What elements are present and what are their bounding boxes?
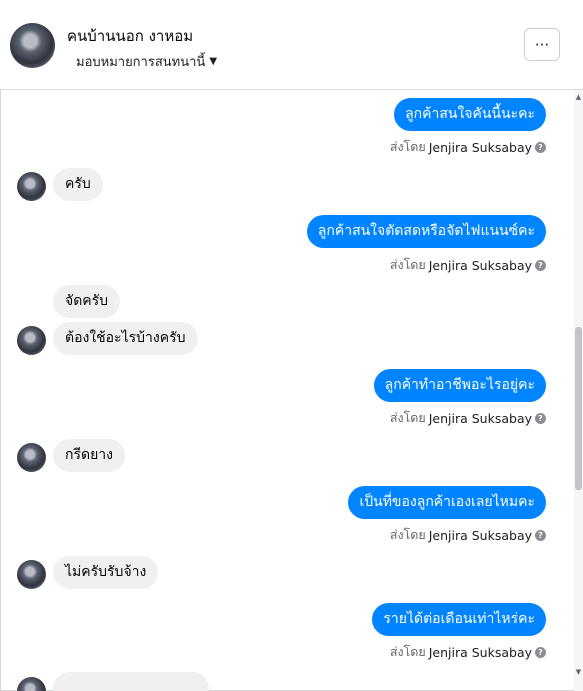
- sender-avatar: [17, 172, 46, 201]
- help-icon[interactable]: ?: [535, 259, 546, 271]
- sent-by-prefix: ส่งโดย: [389, 139, 426, 154]
- sent-by-prefix: ส่งโดย: [389, 410, 426, 425]
- sent-by-line: ส่งโดย Jenjira Suksabay ?: [390, 408, 546, 428]
- message-incoming: ครับ: [53, 168, 103, 201]
- message-incoming: ต้องใช้อะไรบ้างครับ: [53, 322, 198, 355]
- help-icon[interactable]: ?: [535, 141, 546, 153]
- contact-name[interactable]: คนบ้านนอก งาหอม: [67, 24, 193, 48]
- message-outgoing: รายได้ต่อเดือนเท่าไหร่คะ: [372, 603, 546, 636]
- message-outgoing: ลูกค้าสนใจคันนี้นะคะ: [394, 98, 546, 131]
- sender-avatar: [17, 443, 46, 472]
- sent-by-name: Jenjira Suksabay: [428, 139, 532, 155]
- sent-by-line: ส่งโดย Jenjira Suksabay ?: [390, 642, 546, 662]
- sent-by-name: Jenjira Suksabay: [428, 410, 532, 426]
- sent-by-prefix: ส่งโดย: [389, 527, 426, 542]
- message-incoming: ไม่ครับรับจ้าง: [53, 556, 159, 589]
- sender-avatar: [17, 326, 46, 355]
- scroll-down-arrow-icon[interactable]: ▼: [574, 668, 583, 676]
- sent-by-prefix: ส่งโดย: [389, 644, 426, 659]
- help-icon[interactable]: ?: [535, 529, 546, 541]
- sent-by-name: Jenjira Suksabay: [428, 644, 532, 660]
- more-options-button[interactable]: ···: [524, 28, 560, 61]
- message-outgoing: เป็นที่ของลูกค้าเองเลยไหมคะ: [348, 486, 546, 519]
- sender-avatar: [17, 677, 46, 691]
- contact-avatar[interactable]: [10, 23, 55, 68]
- caret-down-icon: ▼: [209, 56, 218, 67]
- scroll-up-arrow-icon[interactable]: ▲: [574, 93, 583, 101]
- message-outgoing: ลูกค้าสนใจตัดสดหรือจัดไฟแนนซ์คะ: [306, 215, 546, 248]
- message-incoming-partial: [53, 672, 209, 691]
- message-thread: ลูกค้าสนใจคันนี้นะคะ ส่งโดย Jenjira Suks…: [0, 90, 574, 691]
- sent-by-line: ส่งโดย Jenjira Suksabay ?: [390, 255, 546, 275]
- more-icon: ···: [534, 35, 550, 54]
- thread-scrollbar[interactable]: ▲ ▼: [574, 90, 583, 691]
- help-icon[interactable]: ?: [535, 646, 546, 658]
- message-incoming: จัดครับ: [53, 285, 121, 318]
- sent-by-name: Jenjira Suksabay: [428, 257, 532, 273]
- conversation-header: คนบ้านนอก งาหอม มอบหมายการสนทนานี้ ▼ ···: [0, 0, 583, 90]
- assign-conversation-label: มอบหมายการสนทนานี้: [76, 55, 206, 70]
- sent-by-name: Jenjira Suksabay: [428, 527, 532, 543]
- message-incoming: กรีดยาง: [53, 439, 125, 472]
- help-icon[interactable]: ?: [535, 412, 546, 424]
- assign-conversation-dropdown[interactable]: มอบหมายการสนทนานี้ ▼: [76, 51, 217, 72]
- sender-avatar: [17, 560, 46, 589]
- sent-by-line: ส่งโดย Jenjira Suksabay ?: [390, 525, 546, 545]
- sent-by-prefix: ส่งโดย: [389, 257, 426, 272]
- message-outgoing: ลูกค้าทำอาชีพอะไรอยู่คะ: [373, 369, 546, 402]
- scroll-thumb[interactable]: [575, 327, 582, 490]
- sent-by-line: ส่งโดย Jenjira Suksabay ?: [390, 137, 546, 157]
